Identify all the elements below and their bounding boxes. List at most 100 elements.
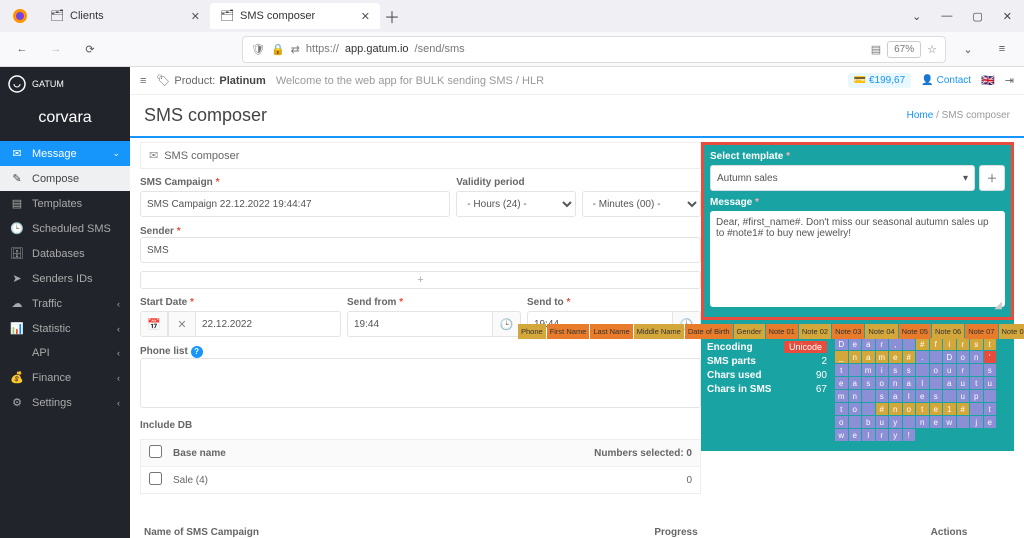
bookmark-icon[interactable]: ☆ [927, 43, 937, 56]
start-date-input[interactable] [196, 311, 341, 337]
db-row-checkbox[interactable] [149, 472, 162, 485]
placeholder-tag[interactable]: Note 08 [999, 324, 1024, 339]
tag-icon: 🏷 [156, 74, 170, 87]
placeholder-tag[interactable]: Date of Birth [685, 324, 733, 339]
db-row-name: Sale (4) [173, 475, 572, 486]
db-row[interactable]: Sale (4) 0 [141, 466, 700, 493]
template-select[interactable]: Autumn sales ▾ [710, 165, 975, 191]
placeholder-tag[interactable]: Note 06 [932, 324, 964, 339]
appmenu-icon[interactable]: ≡ [990, 43, 1014, 55]
send-from-label: Send from * [347, 297, 521, 308]
lock-icon: 🔒 [271, 43, 285, 56]
sidebar-icon: ✎ [10, 172, 24, 185]
sidebar-item-statistic[interactable]: 📊Statistic‹ [0, 316, 130, 341]
send-from-input[interactable] [347, 311, 493, 337]
welcome-text: Welcome to the web app for BULK sending … [276, 75, 544, 87]
breadcrumb: Home / SMS composer [907, 110, 1010, 121]
clear-date-icon[interactable]: ✕ [168, 311, 196, 337]
sidebar-item-traffic[interactable]: ☁Traffic‹ [0, 291, 130, 316]
sidebar-icon: 💰 [10, 371, 24, 384]
phone-list-input[interactable] [140, 358, 701, 408]
page-title: SMS composer [144, 105, 267, 126]
balance-badge[interactable]: 💳 €199,67 [848, 73, 911, 88]
placeholder-tag[interactable]: Phone [518, 324, 546, 339]
placeholder-tag[interactable]: Note 07 [965, 324, 997, 339]
minutes-select[interactable]: - Minutes (00) - [582, 191, 701, 217]
sidebar-icon: ➤ [10, 272, 24, 285]
placeholder-tag[interactable]: Gender [734, 324, 765, 339]
sidebar-item-senders-ids[interactable]: ➤ Senders IDs [0, 266, 130, 291]
add-sender-button[interactable]: + [140, 271, 701, 289]
placeholder-tag[interactable]: Note 03 [832, 324, 864, 339]
placeholder-tag[interactable]: Note 04 [865, 324, 897, 339]
help-icon[interactable]: ? [191, 346, 203, 358]
send-to-label: Send to * [527, 297, 701, 308]
hamburger-icon[interactable]: ≡ [140, 75, 146, 87]
tab-sms-composer[interactable]: 🗂 SMS composer ✕ [210, 3, 380, 29]
db-select-all-checkbox[interactable] [149, 445, 162, 458]
close-icon[interactable]: ✕ [361, 10, 370, 23]
used-value: 90 [816, 370, 827, 381]
placeholder-tag[interactable]: Last Name [590, 324, 632, 339]
envelope-icon: ✉ [149, 149, 158, 162]
tab-label: Clients [70, 10, 104, 22]
hours-select[interactable]: - Hours (24) - [456, 191, 575, 217]
calendar-icon[interactable]: 📅 [140, 311, 168, 337]
favicon-icon: 🗂 [50, 9, 64, 23]
flag-icon[interactable]: 🇬🇧 [981, 74, 995, 87]
zoom-level[interactable]: 67% [887, 41, 921, 58]
db-row-num: 0 [572, 475, 692, 486]
sender-input[interactable] [140, 237, 701, 263]
placeholder-tag[interactable]: Note 01 [766, 324, 798, 339]
chevron-icon: ‹ [117, 398, 120, 408]
tab-label: SMS composer [240, 10, 315, 22]
close-window-icon[interactable]: ✕ [1003, 10, 1012, 23]
col-actions: Actions [874, 527, 1024, 538]
select-template-label: Select template * [710, 151, 1005, 162]
logout-icon[interactable]: ⇥ [1005, 74, 1014, 87]
contact-link[interactable]: 👤Contact [921, 75, 971, 86]
validity-label: Validity period [456, 177, 575, 188]
reload-button[interactable]: ⟳ [78, 43, 102, 56]
sidebar-item-label: Templates [32, 198, 82, 210]
close-icon[interactable]: ✕ [191, 10, 200, 23]
add-template-button[interactable]: ＋ [979, 165, 1005, 191]
sidebar-item-api[interactable]: API‹ [0, 341, 130, 365]
sidebar-item-label: Compose [32, 173, 79, 185]
address-bar[interactable]: 🛡 🔒 ⇄ https://app.gatum.io/send/sms ▤ 67… [242, 36, 946, 63]
placeholder-tag[interactable]: Note 05 [899, 324, 931, 339]
url-path: /send/sms [415, 43, 465, 55]
sidebar-item-settings[interactable]: ⚙Settings‹ [0, 390, 130, 415]
sidebar-item-templates[interactable]: ▤Templates [0, 191, 130, 216]
reader-icon[interactable]: ▤ [871, 43, 881, 56]
firefox-icon [8, 4, 32, 28]
forward-button[interactable]: → [44, 43, 68, 55]
sidebar-item-label: Databases [32, 248, 85, 260]
maximize-icon[interactable]: ▢ [972, 10, 982, 23]
minimize-icon[interactable]: — [941, 10, 952, 23]
sidebar-item-compose[interactable]: ✎ Compose [0, 166, 130, 191]
chevron-down-icon[interactable]: ⌄ [912, 10, 921, 23]
template-panel: Select template * Autumn sales ▾ ＋ Messa… [701, 142, 1014, 320]
sidebar-item-label: Senders IDs [32, 273, 93, 285]
back-button[interactable]: ← [10, 43, 34, 55]
sidebar-item-finance[interactable]: 💰Finance‹ [0, 365, 130, 390]
clock-icon[interactable]: 🕒 [493, 311, 521, 337]
campaign-input[interactable] [140, 191, 450, 217]
sidebar-item-label: Message [32, 148, 77, 160]
message-label: Message * [710, 197, 1005, 208]
sidebar-item-databases[interactable]: 🗄Databases [0, 241, 130, 266]
placeholder-tag[interactable]: Note 02 [799, 324, 831, 339]
pocket-icon[interactable]: ⌄ [956, 43, 980, 56]
placeholder-tag[interactable]: Middle Name [634, 324, 684, 339]
tab-clients[interactable]: 🗂 Clients ✕ [40, 3, 210, 29]
start-date-label: Start Date * [140, 297, 341, 308]
sidebar-item-label: Finance [32, 372, 71, 384]
breadcrumb-home[interactable]: Home [907, 110, 934, 121]
placeholder-tag[interactable]: First Name [547, 324, 590, 339]
sidebar-item-message[interactable]: ✉Message⌄ [0, 141, 130, 166]
sidebar-item-scheduled-sms[interactable]: 🕒Scheduled SMS [0, 216, 130, 241]
url-host: app.gatum.io [345, 43, 409, 55]
message-textarea[interactable]: Dear, #first_name#. Don't miss our seaso… [710, 211, 1005, 307]
new-tab-button[interactable]: ＋ [380, 4, 404, 28]
